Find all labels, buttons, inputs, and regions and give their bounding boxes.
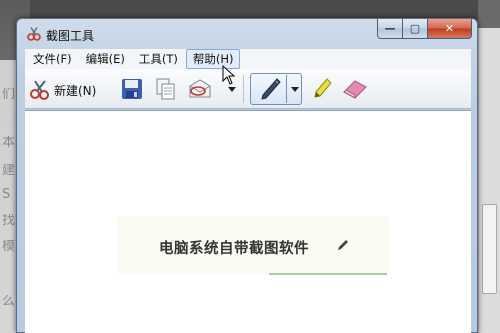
snip-caption: 电脑系统自带截图软件 xyxy=(159,241,309,257)
background-top-right xyxy=(478,0,500,28)
pen-split-separator xyxy=(286,75,287,103)
snip-canvas[interactable]: 电脑系统自带截图软件 xyxy=(25,110,471,333)
toolbar: 新建(N) xyxy=(25,69,471,109)
title-bar[interactable]: 截图工具 — ▢ ✕ xyxy=(17,19,477,45)
menu-edit[interactable]: 编辑(E) xyxy=(80,50,131,68)
send-snip-icon[interactable] xyxy=(187,77,213,101)
window-title: 截图工具 xyxy=(46,29,95,43)
new-snip-button[interactable]: 新建(N) xyxy=(29,78,96,102)
pen-dropdown-chevron-down-icon[interactable] xyxy=(291,87,299,92)
snip-scissors-icon xyxy=(30,80,49,100)
pen-icon[interactable] xyxy=(259,77,281,101)
background-scroll-thumb[interactable] xyxy=(482,204,497,294)
copy-icon[interactable] xyxy=(155,77,177,101)
send-dropdown-chevron-down-icon[interactable] xyxy=(228,87,236,92)
captured-snip: 电脑系统自带截图软件 xyxy=(117,216,389,275)
snip-underline xyxy=(269,273,387,275)
toolbar-separator xyxy=(243,75,244,103)
edit-pencil-icon xyxy=(338,240,348,250)
mouse-pointer-icon xyxy=(222,65,236,85)
eraser-icon[interactable] xyxy=(341,78,369,100)
window-controls: — ▢ ✕ xyxy=(377,19,472,39)
menu-tools[interactable]: 工具(T) xyxy=(133,50,184,68)
highlighter-icon[interactable] xyxy=(311,77,333,101)
new-snip-label: 新建(N) xyxy=(54,83,97,98)
save-icon[interactable] xyxy=(121,78,143,100)
snipping-tool-icon xyxy=(27,27,41,41)
menu-bar: 文件(F) 编辑(E) 工具(T) 帮助(H) xyxy=(25,49,471,69)
maximize-button[interactable]: ▢ xyxy=(403,19,428,39)
snipping-tool-window: 截图工具 — ▢ ✕ 文件(F) 编辑(E) 工具(T) 帮助(H) 新建(N) xyxy=(16,18,478,333)
background-scrollbar[interactable] xyxy=(478,28,500,333)
minimize-button[interactable]: — xyxy=(377,19,403,39)
menu-file[interactable]: 文件(F) xyxy=(27,50,78,68)
close-button[interactable]: ✕ xyxy=(428,19,472,39)
